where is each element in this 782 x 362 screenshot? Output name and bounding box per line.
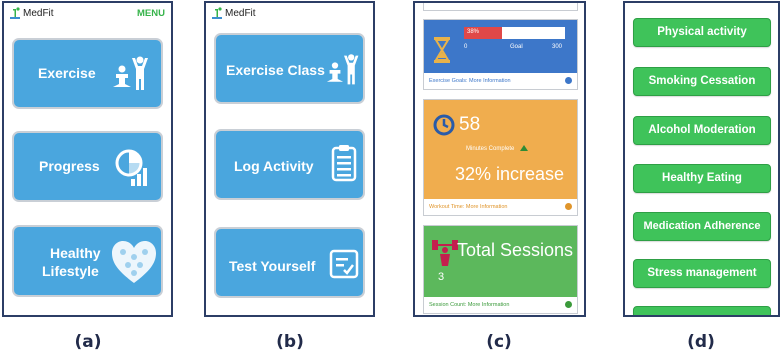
arrow-right-circle-icon [565,77,572,84]
previous-card-edge [423,3,578,11]
workout-increase-text: 32% increase [455,164,565,184]
medfit-logo-icon [212,7,222,19]
workout-minutes-sublabel: Minutes Complete [466,146,515,152]
physical-activity-button[interactable]: Physical activity [633,18,771,47]
checklist-icon [329,249,359,279]
log-activity-label: Log Activity [234,158,314,174]
app-title: MedFit [225,8,256,19]
healthy-tile-label-line1: Healthy [50,245,101,261]
goals-card-body: 38% 0 Goal 300 [424,20,577,74]
goal-tick-goal: Goal [510,44,523,50]
app-header: MedFit MENU [4,3,171,25]
app-header: MedFit [206,3,373,25]
screen-progress-dashboard: 38% 0 Goal 300 Exercise Goals: More Info… [413,1,586,317]
total-sessions-value: 3 [438,271,445,283]
smoking-cessation-button[interactable]: Smoking Cessation [633,67,771,96]
next-topic-button-partial[interactable] [633,306,771,315]
menu-button[interactable]: MENU [137,8,165,19]
progress-tile[interactable]: Progress [12,131,163,202]
goal-tick-end: 300 [552,44,563,50]
progress-tile-label: Progress [39,158,100,174]
up-arrow-icon [520,145,528,151]
screen-exercise-menu: MedFit Exercise Class Log Activity Test … [204,1,375,317]
arrow-right-circle-icon [565,301,572,308]
goals-footer-text: Exercise Goals: More Information [429,78,511,84]
session-count-card: Total Sessions 3 Session Count: More Inf… [423,225,578,314]
healthy-lifestyle-tile[interactable]: Healthy Lifestyle [12,225,163,297]
screen-home-menu: MedFit MENU Exercise Progress Healthy Li… [2,1,173,317]
caption-d: (d) [687,332,715,352]
goal-tick-start: 0 [464,44,468,50]
caption-a: (a) [74,332,102,352]
workout-footer-text: Workout Time: More Information [429,204,508,210]
exercise-class-tile[interactable]: Exercise Class [214,33,365,104]
healthy-eating-button[interactable]: Healthy Eating [633,164,771,193]
caption-c: (c) [486,332,512,352]
exercise-goals-card: 38% 0 Goal 300 Exercise Goals: More Info… [423,19,578,90]
sessions-card-body: Total Sessions 3 [424,226,577,298]
stress-management-button[interactable]: Stress management [633,259,771,288]
goal-progress-track: 38% [464,27,565,39]
sessions-more-info-link[interactable]: Session Count: More Information [424,297,577,313]
test-yourself-tile[interactable]: Test Yourself [214,227,365,298]
clock-icon [433,114,455,136]
log-activity-tile[interactable]: Log Activity [214,129,365,200]
arrow-right-circle-icon [565,203,572,210]
hourglass-icon [434,37,450,63]
yoga-people-icon [113,56,148,90]
exercise-tile-label: Exercise [38,65,96,81]
goals-more-info-link[interactable]: Exercise Goals: More Information [424,73,577,89]
screen-lifestyle-topics: Physical activity Smoking Cessation Alco… [623,1,780,317]
workout-card-body: 58 Minutes Complete 32% increase [424,100,577,200]
yoga-people-icon [326,54,359,85]
workout-more-info-link[interactable]: Workout Time: More Information [424,199,577,215]
medication-adherence-button[interactable]: Medication Adherence [633,212,771,241]
total-sessions-title: Total Sessions [457,240,574,260]
exercise-tile[interactable]: Exercise [12,38,163,109]
goal-progress-label: 38% [467,29,480,35]
workout-minutes-value: 58 [459,114,481,135]
test-yourself-label: Test Yourself [229,258,316,274]
exercise-class-label: Exercise Class [226,62,325,78]
workout-time-card: 58 Minutes Complete 32% increase Workout… [423,99,578,216]
heart-collage-icon [112,241,156,283]
medfit-logo-icon [10,7,20,19]
alcohol-moderation-button[interactable]: Alcohol Moderation [633,116,771,145]
caption-b: (b) [276,332,304,352]
sessions-footer-text: Session Count: More Information [429,302,510,308]
weightlifter-icon [432,240,458,266]
app-title: MedFit [23,8,54,19]
healthy-tile-label-line2: Lifestyle [42,263,99,279]
clipboard-icon [331,145,357,182]
pie-chart-icon [115,149,147,186]
